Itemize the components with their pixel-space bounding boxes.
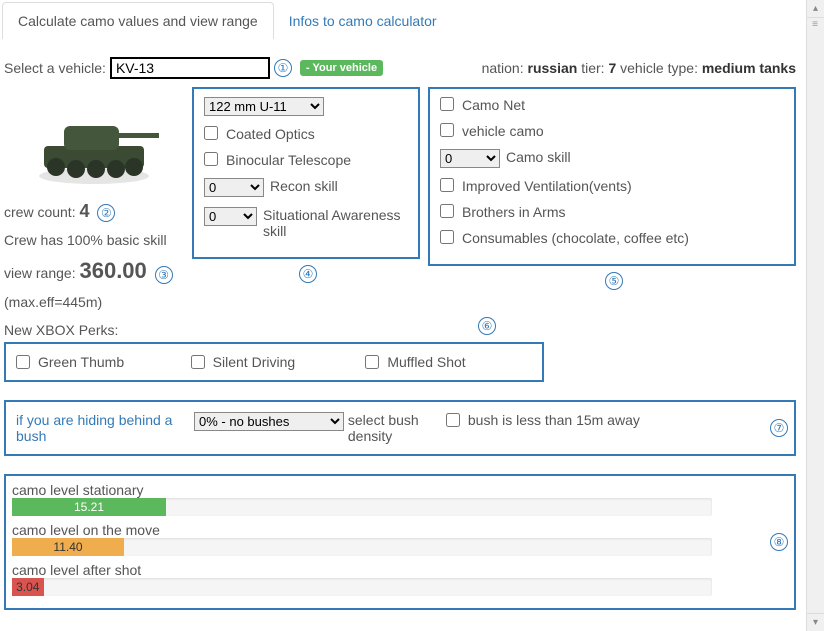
vents-checkbox[interactable] [440, 178, 454, 192]
bia-checkbox[interactable] [440, 204, 454, 218]
crew-skill-text: Crew has 100% basic skill [4, 232, 184, 248]
vehicle-camo-label: vehicle camo [462, 123, 544, 139]
coated-optics-label: Coated Optics [226, 126, 315, 142]
move-label: camo level on the move [12, 522, 788, 538]
marker-3: ③ [155, 266, 173, 284]
marker-2: ② [97, 204, 115, 222]
scroll-grip-icon[interactable]: ≡ [807, 20, 823, 30]
stationary-label: camo level stationary [12, 482, 788, 498]
marker-7: ⑦ [770, 419, 788, 437]
perks-header: New XBOX Perks: [4, 322, 118, 338]
view-range-value: 360.00 [79, 258, 146, 283]
tabs: Calculate camo values and view range Inf… [2, 2, 798, 39]
camo-skill-label: Camo skill [506, 149, 571, 165]
bush-density-select[interactable]: 0% - no bushes [194, 412, 344, 431]
crew-count-label: crew count: [4, 204, 76, 220]
muffled-shot-label: Muffled Shot [387, 354, 465, 370]
view-range-sub: (max.eff=445m) [4, 294, 184, 310]
camo-net-label: Camo Net [462, 97, 525, 113]
bush-close-label: bush is less than 15m away [468, 412, 640, 428]
bush-density-label: select bush density [348, 412, 428, 444]
vehicle-select-label: Select a vehicle: [4, 60, 106, 76]
bia-label: Brothers in Arms [462, 204, 565, 220]
marker-4: ④ [299, 265, 317, 283]
results-box: camo level stationary 15.21 camo level o… [4, 474, 796, 610]
green-thumb-label: Green Thumb [38, 354, 124, 370]
shot-label: camo level after shot [12, 562, 788, 578]
equipment-box: 122 mm U-11 Coated Optics Binocular Tele… [192, 87, 420, 259]
crew-count-value: 4 [79, 201, 89, 221]
binocular-label: Binocular Telescope [226, 152, 351, 168]
stationary-bar: 15.21 [12, 498, 712, 516]
vertical-scrollbar[interactable]: ▴ ≡ ▾ [806, 0, 824, 631]
tab-infos[interactable]: Infos to camo calculator [273, 2, 453, 39]
shot-bar: 3.04 [12, 578, 712, 596]
silent-driving-label: Silent Driving [213, 354, 295, 370]
marker-8: ⑧ [770, 533, 788, 551]
tab-calculate[interactable]: Calculate camo values and view range [2, 2, 274, 39]
marker-1: ① [274, 59, 292, 77]
perks-box: Green Thumb Silent Driving Muffled Shot [4, 342, 544, 382]
vehicle-camo-checkbox[interactable] [440, 123, 454, 137]
scroll-up-arrow[interactable]: ▴ [807, 0, 824, 18]
recon-select[interactable]: 0 [204, 178, 264, 197]
bush-help-link[interactable]: if you are hiding behind a bush [16, 412, 176, 444]
move-bar: 11.40 [12, 538, 712, 556]
bush-close-checkbox[interactable] [446, 413, 460, 427]
tank-image [14, 91, 174, 191]
stationary-value: 15.21 [12, 498, 166, 516]
camo-net-checkbox[interactable] [440, 97, 454, 111]
gun-select[interactable]: 122 mm U-11 [204, 97, 324, 116]
view-range-label: view range: [4, 265, 76, 281]
consumables-checkbox[interactable] [440, 230, 454, 244]
green-thumb-checkbox[interactable] [16, 355, 30, 369]
recon-label: Recon skill [270, 178, 338, 194]
vehicle-select-input[interactable] [110, 57, 270, 79]
silent-driving-checkbox[interactable] [191, 355, 205, 369]
marker-5: ⑤ [605, 272, 623, 290]
vents-label: Improved Ventilation(vents) [462, 178, 632, 194]
move-value: 11.40 [12, 538, 124, 556]
vehicle-meta: nation: russian tier: 7 vehicle type: me… [482, 60, 796, 76]
camo-bonus-box: Camo Net vehicle camo 0 Camo skill [428, 87, 796, 266]
shot-value: 3.04 [12, 578, 44, 596]
your-vehicle-badge: - Your vehicle [300, 60, 383, 76]
scroll-down-arrow[interactable]: ▾ [807, 613, 824, 631]
consumables-label: Consumables (chocolate, coffee etc) [462, 230, 689, 246]
muffled-shot-checkbox[interactable] [365, 355, 379, 369]
sa-label: Situational Awareness skill [263, 207, 408, 239]
camo-skill-select[interactable]: 0 [440, 149, 500, 168]
marker-6: ⑥ [478, 317, 496, 335]
binocular-checkbox[interactable] [204, 152, 218, 166]
sa-select[interactable]: 0 [204, 207, 257, 226]
coated-optics-checkbox[interactable] [204, 126, 218, 140]
bush-box: if you are hiding behind a bush 0% - no … [4, 400, 796, 456]
